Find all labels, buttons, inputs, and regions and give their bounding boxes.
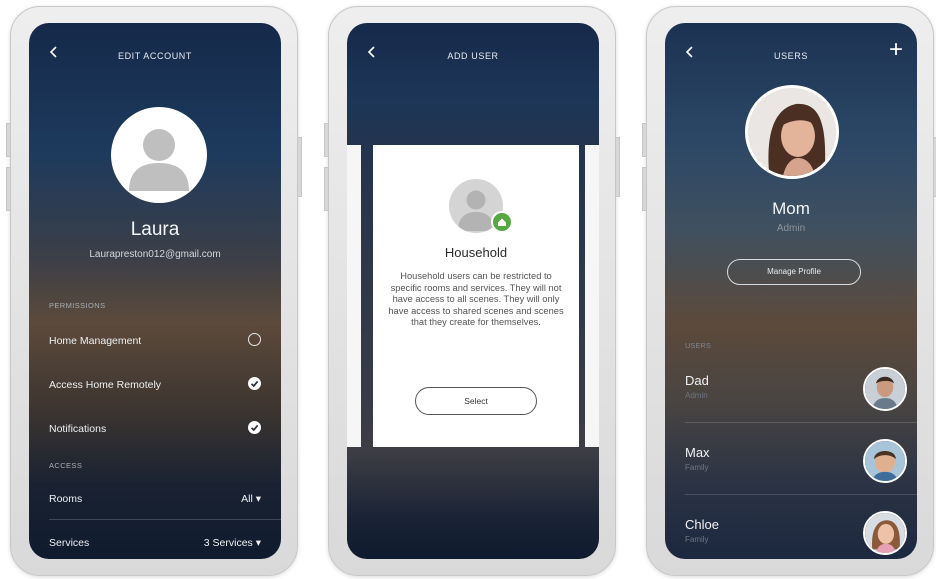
users-screen: USERS + Mom Admin Manage Profile USERS D… <box>665 23 917 559</box>
dad-avatar <box>863 367 907 411</box>
top-bar: EDIT ACCOUNT <box>29 23 281 79</box>
card-title: Household <box>444 245 508 260</box>
permission-notifications[interactable]: Notifications <box>49 419 261 443</box>
user-name: Max <box>685 445 710 460</box>
volume-button <box>642 167 647 211</box>
permission-access-home-remotely[interactable]: Access Home Remotely <box>49 375 261 399</box>
user-role: Family <box>685 535 709 544</box>
profile-avatar-placeholder[interactable] <box>111 107 207 203</box>
power-button <box>615 137 620 197</box>
user-name: Chloe <box>685 517 719 532</box>
access-label: Rooms <box>49 493 83 505</box>
unchecked-circle-icon[interactable] <box>248 333 261 346</box>
mom-profile-photo[interactable] <box>745 85 839 179</box>
add-user-plus-icon[interactable]: + <box>889 38 903 62</box>
account-name: Laura <box>130 219 180 240</box>
manage-profile-button[interactable]: Manage Profile <box>727 259 861 285</box>
permission-label: Home Management <box>49 335 142 347</box>
access-rooms-row[interactable]: Rooms All ▾ <box>49 489 261 513</box>
permission-label: Access Home Remotely <box>49 379 162 391</box>
power-button <box>297 137 302 197</box>
services-dropdown[interactable]: 3 Services ▾ <box>204 537 261 549</box>
page-title: USERS <box>773 51 808 61</box>
add-user-screen: ADD USER Household Household users can b… <box>347 23 599 559</box>
user-role: Family <box>685 463 709 472</box>
edit-account-screen: EDIT ACCOUNT Laura Laurapreston012@gmail… <box>29 23 281 559</box>
user-role: Admin <box>685 391 708 400</box>
users-section-header: USERS <box>685 341 711 350</box>
access-label: Services <box>49 537 90 549</box>
page-title: ADD USER <box>447 51 499 61</box>
phone-add-user: ADD USER Household Household users can b… <box>324 6 620 576</box>
phone-edit-account: EDIT ACCOUNT Laura Laurapreston012@gmail… <box>6 6 302 576</box>
divider <box>49 519 281 520</box>
max-avatar <box>863 439 907 483</box>
volume-button <box>6 123 11 157</box>
top-bar: ADD USER <box>347 23 599 79</box>
permission-home-management[interactable]: Home Management <box>49 331 261 355</box>
rooms-dropdown[interactable]: All ▾ <box>241 493 261 505</box>
volume-button <box>324 167 329 211</box>
phone-users: USERS + Mom Admin Manage Profile USERS D… <box>642 6 936 576</box>
access-services-row[interactable]: Services 3 Services ▾ <box>49 533 261 557</box>
current-user-role: Admin <box>776 223 806 234</box>
account-email: Laurapreston012@gmail.com <box>89 249 221 260</box>
person-silhouette-icon <box>129 129 189 191</box>
permission-label: Notifications <box>49 423 107 435</box>
card-description: Household users can be restricted to spe… <box>388 271 564 328</box>
chloe-avatar <box>863 511 907 555</box>
select-button[interactable]: Select <box>415 387 537 415</box>
divider <box>685 422 917 423</box>
page-title: EDIT ACCOUNT <box>117 51 193 61</box>
previous-card-edge[interactable] <box>347 145 361 447</box>
user-row-dad[interactable]: Dad Admin <box>685 361 917 423</box>
home-badge-icon <box>491 211 513 233</box>
top-bar: USERS + <box>665 23 917 79</box>
current-user-name: Mom <box>772 199 810 218</box>
checkmark-icon[interactable] <box>248 421 261 434</box>
volume-button <box>6 167 11 211</box>
volume-button <box>324 123 329 157</box>
access-header: ACCESS <box>49 461 83 470</box>
user-name: Dad <box>685 373 709 388</box>
volume-button <box>642 123 647 157</box>
user-row-chloe[interactable]: Chloe Family <box>685 505 907 559</box>
woman-portrait-icon <box>748 88 836 176</box>
divider <box>685 494 917 495</box>
checkmark-icon[interactable] <box>248 377 261 390</box>
household-user-type-card[interactable]: Household Household users can be restric… <box>373 145 579 447</box>
next-card-edge[interactable] <box>585 145 599 447</box>
permissions-header: PERMISSIONS <box>49 301 106 310</box>
user-row-max[interactable]: Max Family <box>685 433 917 495</box>
